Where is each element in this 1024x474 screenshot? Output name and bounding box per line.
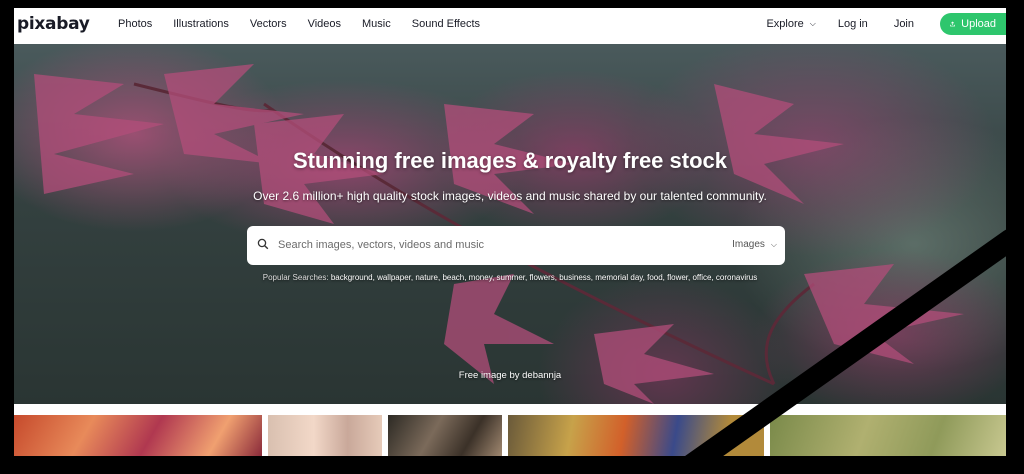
- pixabay-logo[interactable]: pixabay: [17, 14, 90, 34]
- main-menu: Photos Illustrations Vectors Videos Musi…: [118, 18, 501, 30]
- screen-frame-top: [0, 0, 1024, 8]
- gallery-image[interactable]: [770, 415, 1006, 456]
- search-bar: Images ⌵: [247, 226, 785, 265]
- maple-leaves-background: [34, 64, 964, 404]
- chevron-down-icon: ⌵: [809, 19, 816, 28]
- explore-dropdown[interactable]: Explore ⌵: [766, 18, 815, 30]
- image-gallery: [14, 404, 1006, 456]
- hero-subtitle: Over 2.6 million+ high quality stock ima…: [253, 189, 767, 203]
- menu-music[interactable]: Music: [362, 18, 391, 30]
- media-type-select[interactable]: Images ⌵: [732, 239, 777, 250]
- explore-label: Explore: [766, 18, 804, 30]
- screen-frame-bottom: [0, 456, 1024, 474]
- upload-label: Upload: [961, 18, 996, 30]
- gallery-image[interactable]: [268, 415, 382, 456]
- screen-frame-right: [1006, 0, 1024, 474]
- gallery-image[interactable]: [388, 415, 502, 456]
- top-navigation: pixabay Photos Illustrations Vectors Vid…: [0, 8, 1024, 44]
- gallery-image[interactable]: [14, 415, 262, 456]
- nav-actions: Explore ⌵ Log in Join Upload: [766, 13, 1006, 35]
- menu-photos[interactable]: Photos: [118, 18, 152, 30]
- menu-videos[interactable]: Videos: [308, 18, 341, 30]
- search-icon[interactable]: [257, 238, 269, 250]
- menu-illustrations[interactable]: Illustrations: [173, 18, 229, 30]
- popular-searches-label: Popular Searches:: [262, 273, 329, 282]
- upload-button[interactable]: Upload: [940, 13, 1006, 35]
- media-type-label: Images: [732, 239, 765, 250]
- join-link[interactable]: Join: [894, 18, 914, 30]
- hero-banner: Stunning free images & royalty free stoc…: [14, 44, 1006, 404]
- hero-title: Stunning free images & royalty free stoc…: [292, 148, 728, 173]
- upload-icon: [950, 21, 955, 27]
- menu-sound-effects[interactable]: Sound Effects: [412, 18, 480, 30]
- menu-vectors[interactable]: Vectors: [250, 18, 287, 30]
- screen-frame-left: [0, 0, 14, 474]
- image-credit[interactable]: Free image by debannja: [14, 370, 1006, 381]
- chevron-down-icon: ⌵: [770, 239, 777, 249]
- popular-searches: Popular Searches: background, wallpaper,…: [14, 273, 1006, 282]
- gallery-image[interactable]: [508, 415, 764, 456]
- popular-searches-terms[interactable]: background, wallpaper, nature, beach, mo…: [331, 273, 757, 282]
- search-input[interactable]: [278, 235, 698, 255]
- login-link[interactable]: Log in: [838, 18, 868, 30]
